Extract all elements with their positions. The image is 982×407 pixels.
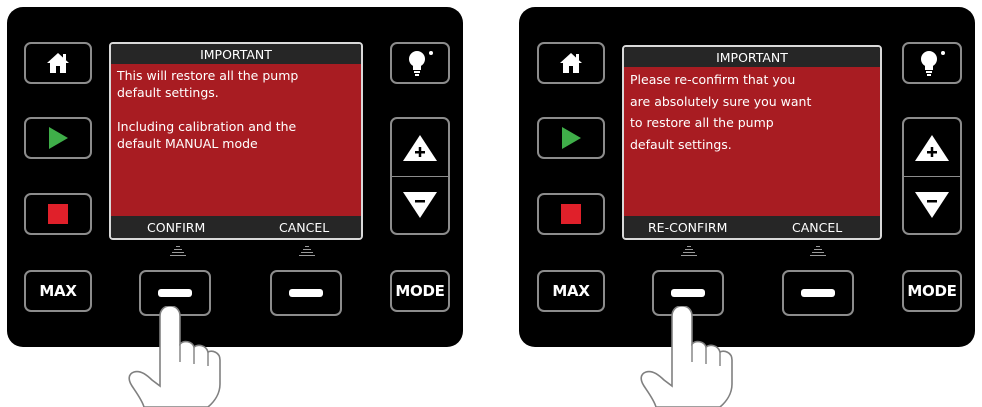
pointing-hand-icon: [128, 306, 221, 407]
mode-label: MODE: [907, 282, 957, 300]
max-label: MAX: [552, 282, 590, 300]
reconfirm-softkey-label: RE-CONFIRM: [648, 220, 728, 235]
cancel-softkey-label: CANCEL: [279, 220, 330, 235]
bulb-icon: [921, 51, 945, 76]
minus-icon: [289, 289, 323, 297]
max-button[interactable]: MAX: [24, 270, 92, 312]
screen-title: IMPORTANT: [624, 47, 880, 67]
screen-title: IMPORTANT: [111, 44, 361, 64]
mode-button[interactable]: MODE: [390, 270, 450, 312]
minus-arrow-down-icon: [403, 191, 437, 218]
stop-button[interactable]: [24, 193, 92, 235]
stop-icon: [48, 204, 68, 224]
light-button[interactable]: [902, 42, 962, 84]
plus-arrow-up-icon: [403, 134, 437, 161]
plus-arrow-up-icon: [915, 134, 949, 161]
confirm-softkey-label: CONFIRM: [147, 220, 206, 235]
stop-button[interactable]: [537, 193, 605, 235]
decrease-button[interactable]: [392, 176, 448, 233]
mode-button[interactable]: MODE: [902, 270, 962, 312]
pointing-hand-icon: [640, 306, 733, 407]
stop-icon: [561, 204, 581, 224]
cancel-softkey-label: CANCEL: [792, 220, 843, 235]
alert-screen: IMPORTANT This will restore all the pump…: [109, 42, 363, 240]
screen-message: Please re-confirm that you are absolutel…: [624, 67, 880, 216]
play-icon: [562, 127, 581, 149]
softkey-indicator-right: [299, 246, 315, 258]
alert-screen: IMPORTANT Please re-confirm that you are…: [622, 45, 882, 240]
minus-icon: [671, 289, 705, 297]
play-icon: [49, 127, 68, 149]
softkey-indicator-left: [170, 246, 186, 258]
home-icon: [47, 53, 69, 73]
bulb-icon: [409, 51, 433, 76]
decrease-button[interactable]: [904, 176, 960, 233]
home-icon: [560, 53, 582, 73]
minus-icon: [801, 289, 835, 297]
max-label: MAX: [39, 282, 77, 300]
minus-icon: [158, 289, 192, 297]
screen-message: This will restore all the pump default s…: [111, 64, 361, 216]
increase-button[interactable]: [904, 119, 960, 177]
increase-button[interactable]: [392, 119, 448, 177]
softkey-right-button[interactable]: [270, 270, 342, 316]
softkey-right-button[interactable]: [782, 270, 854, 316]
speed-adjust-control: [902, 117, 962, 235]
start-button[interactable]: [537, 117, 605, 159]
start-button[interactable]: [24, 117, 92, 159]
screen-softkey-bar: CONFIRM CANCEL: [111, 216, 361, 238]
max-button[interactable]: MAX: [537, 270, 605, 312]
home-button[interactable]: [24, 42, 92, 84]
softkey-indicator-left: [681, 246, 697, 258]
minus-arrow-down-icon: [915, 191, 949, 218]
mode-label: MODE: [395, 282, 445, 300]
light-button[interactable]: [390, 42, 450, 84]
speed-adjust-control: [390, 117, 450, 235]
screen-softkey-bar: RE-CONFIRM CANCEL: [624, 216, 880, 238]
home-button[interactable]: [537, 42, 605, 84]
softkey-indicator-right: [810, 246, 826, 258]
